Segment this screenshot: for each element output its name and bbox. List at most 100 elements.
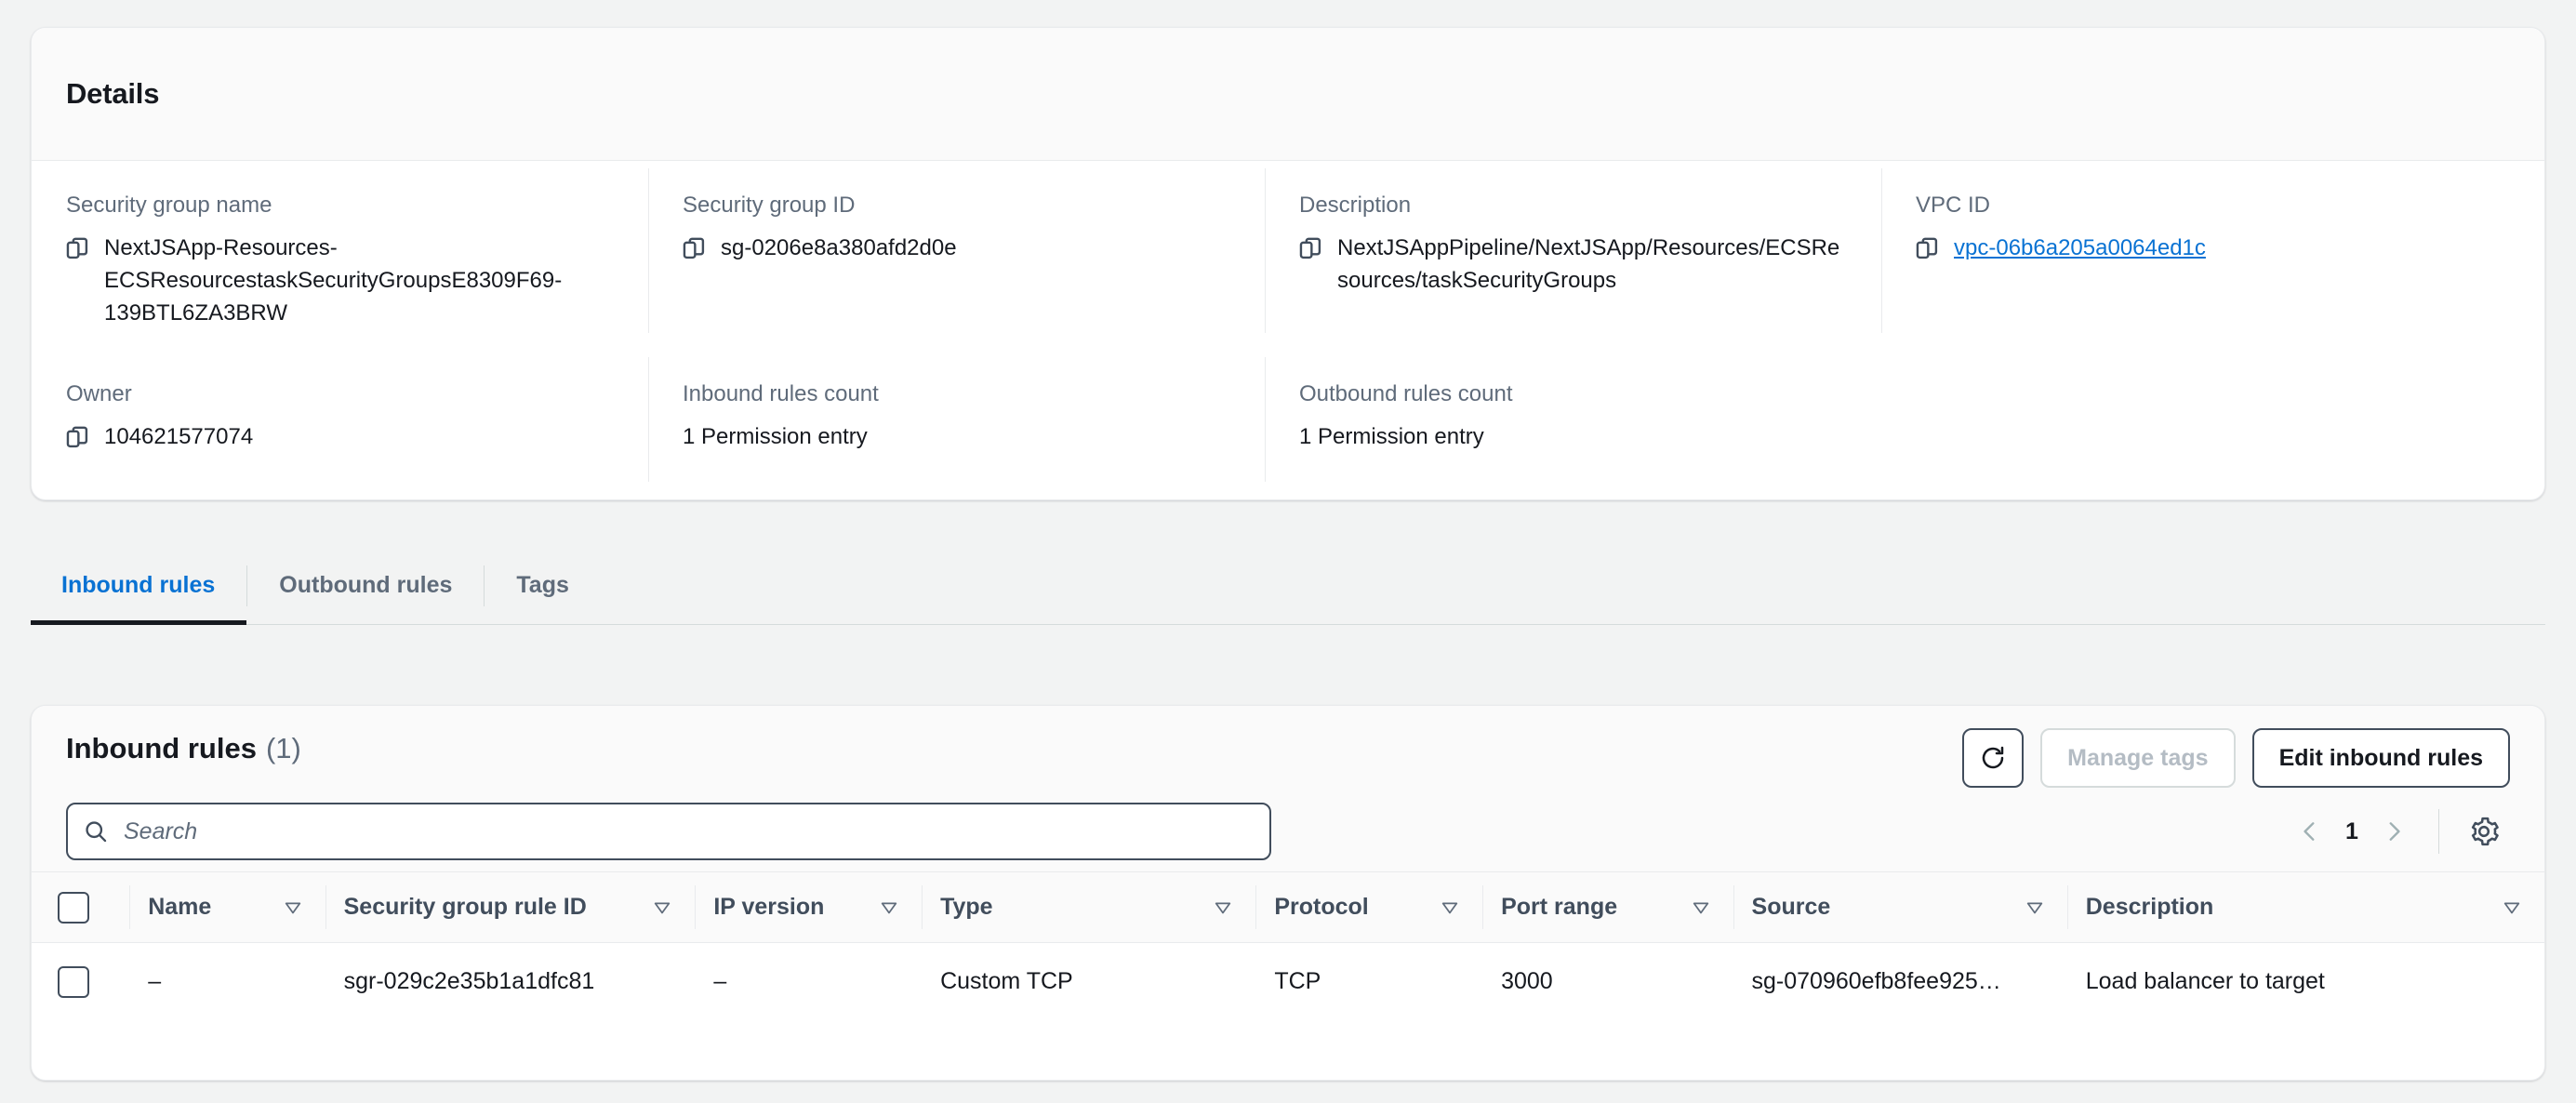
- field-value: vpc-06b6a205a0064ed1c: [1954, 233, 2206, 265]
- sort-descending-icon: [2026, 902, 2042, 913]
- security-group-detail-page: Details Security group name NextJSApp-Re…: [0, 0, 2576, 1103]
- field-security-group-id: Security group ID sg-0206e8a380afd2d0e: [648, 161, 1265, 350]
- inbound-rules-header: Inbound rules (1) Manage tags Edit inbou…: [32, 706, 2544, 871]
- sort-descending-icon: [285, 902, 300, 913]
- inbound-rules-count: (1): [265, 732, 301, 764]
- table-header: Name Security group rule ID IP version T…: [32, 871, 2544, 943]
- copy-icon[interactable]: [1916, 236, 1938, 260]
- row-select-cell: [32, 942, 130, 1021]
- column-label: Type: [940, 894, 993, 920]
- sort-descending-icon: [655, 902, 671, 913]
- details-grid: Security group name NextJSApp-Resources-…: [32, 161, 2544, 498]
- sort-descending-icon: [1693, 902, 1708, 913]
- cell-ip-version: –: [695, 942, 923, 1021]
- table-header-source[interactable]: Source: [1733, 871, 2067, 943]
- field-security-group-name: Security group name NextJSApp-Resources-…: [32, 161, 648, 350]
- inbound-rules-table: Name Security group rule ID IP version T…: [32, 871, 2544, 1021]
- page-title: Details: [66, 77, 160, 110]
- inbound-rules-actions: Manage tags Edit inbound rules: [1962, 728, 2510, 788]
- table-header-type[interactable]: Type: [922, 871, 1256, 943]
- cell-protocol: TCP: [1255, 942, 1483, 1021]
- inbound-rules-search-row: 1: [66, 791, 2510, 871]
- field-label: Security group ID: [683, 193, 856, 218]
- field-description: Description NextJSAppPipeline/NextJSApp/…: [1265, 161, 1881, 350]
- field-owner: Owner 104621577074: [32, 350, 648, 498]
- sort-descending-icon: [2503, 902, 2520, 913]
- details-row-2: Owner 104621577074 Inbound rules count 1…: [32, 350, 2544, 498]
- field-value: 1 Permission entry: [1299, 424, 1484, 449]
- edit-inbound-rules-button[interactable]: Edit inbound rules: [2251, 728, 2510, 788]
- table-preferences-button[interactable]: [2458, 805, 2510, 857]
- vpc-id-link[interactable]: vpc-06b6a205a0064ed1c: [1954, 235, 2206, 260]
- cell-port-range: 3000: [1482, 942, 1733, 1021]
- column-label: Name: [148, 894, 212, 920]
- pagination-next-button[interactable]: [2368, 805, 2420, 857]
- field-inbound-rules-count: Inbound rules count 1 Permission entry: [648, 350, 1265, 498]
- cell-source: sg-070960efb8fee925…: [1733, 942, 2067, 1021]
- tab-label: Inbound rules: [61, 572, 216, 598]
- copy-icon[interactable]: [683, 236, 705, 260]
- sort-descending-icon: [881, 902, 897, 913]
- chevron-left-icon: [2304, 822, 2315, 841]
- pagination-divider: [2438, 809, 2439, 854]
- column-label: Protocol: [1274, 894, 1369, 920]
- table-header-name[interactable]: Name: [129, 871, 325, 943]
- pagination: 1: [2284, 805, 2510, 857]
- inbound-rules-panel: Inbound rules (1) Manage tags Edit inbou…: [31, 705, 2545, 1081]
- manage-tags-button[interactable]: Manage tags: [2040, 728, 2236, 788]
- field-label: Owner: [66, 381, 132, 406]
- details-row-1: Security group name NextJSApp-Resources-…: [32, 161, 2544, 350]
- column-label: Source: [1751, 894, 1831, 920]
- field-outbound-rules-count: Outbound rules count 1 Permission entry: [1265, 350, 1881, 498]
- sort-descending-icon: [1215, 902, 1231, 913]
- cell-type: Custom TCP: [922, 942, 1256, 1021]
- rules-tabs: Inbound rules Outbound rules Tags: [31, 547, 2545, 625]
- refresh-button[interactable]: [1962, 728, 2025, 788]
- table-header-security-group-rule-id[interactable]: Security group rule ID: [325, 871, 696, 943]
- table-header-select-all: [32, 871, 130, 943]
- column-label: Description: [2085, 894, 2214, 920]
- search-box[interactable]: [66, 803, 1271, 860]
- table-header-port-range[interactable]: Port range: [1482, 871, 1733, 943]
- chevron-right-icon: [2389, 822, 2400, 841]
- table-header-ip-version[interactable]: IP version: [695, 871, 923, 943]
- copy-icon[interactable]: [66, 236, 88, 260]
- tab-outbound-rules[interactable]: Outbound rules: [247, 547, 484, 624]
- field-value: 1 Permission entry: [683, 424, 868, 449]
- row-checkbox[interactable]: [58, 965, 89, 998]
- tab-label: Tags: [516, 572, 569, 598]
- select-all-checkbox[interactable]: [58, 891, 89, 924]
- copy-icon[interactable]: [66, 425, 88, 449]
- gear-icon: [2471, 817, 2499, 846]
- table-header-description[interactable]: Description: [2066, 871, 2544, 943]
- column-label: Port range: [1501, 894, 1618, 920]
- table-row[interactable]: – sgr-029c2e35b1a1dfc81 – Custom TCP TCP…: [32, 942, 2544, 1021]
- search-icon: [86, 821, 107, 843]
- table-header-protocol[interactable]: Protocol: [1255, 871, 1483, 943]
- pagination-prev-button[interactable]: [2284, 805, 2336, 857]
- details-card-header: Details: [32, 28, 2544, 161]
- field-value: NextJSAppPipeline/NextJSApp/Resources/EC…: [1337, 235, 1840, 293]
- field-label: Outbound rules count: [1299, 381, 1513, 406]
- tab-tags[interactable]: Tags: [485, 547, 601, 624]
- column-label: Security group rule ID: [343, 894, 587, 920]
- tab-label: Outbound rules: [279, 572, 453, 598]
- field-label: Description: [1299, 193, 1412, 218]
- field-value: sg-0206e8a380afd2d0e: [721, 235, 957, 260]
- field-label: Inbound rules count: [683, 381, 879, 406]
- details-empty-cell: [1881, 350, 2544, 498]
- field-vpc-id: VPC ID vpc-06b6a205a0064ed1c: [1881, 161, 2544, 350]
- field-label: VPC ID: [1916, 193, 1991, 218]
- sort-descending-icon: [1441, 902, 1458, 913]
- details-card: Details Security group name NextJSApp-Re…: [31, 27, 2545, 500]
- cell-security-group-rule-id: sgr-029c2e35b1a1dfc81: [325, 942, 696, 1021]
- column-label: IP version: [713, 894, 825, 920]
- table-header-row: Name Security group rule ID IP version T…: [32, 871, 2544, 943]
- search-input[interactable]: [122, 817, 1255, 846]
- inbound-rules-title: Inbound rules: [66, 732, 257, 764]
- copy-icon[interactable]: [1299, 236, 1321, 260]
- refresh-icon: [1982, 746, 2004, 769]
- tab-inbound-rules[interactable]: Inbound rules: [31, 547, 247, 625]
- table-body: – sgr-029c2e35b1a1dfc81 – Custom TCP TCP…: [32, 942, 2544, 1021]
- pagination-page-number[interactable]: 1: [2336, 818, 2368, 845]
